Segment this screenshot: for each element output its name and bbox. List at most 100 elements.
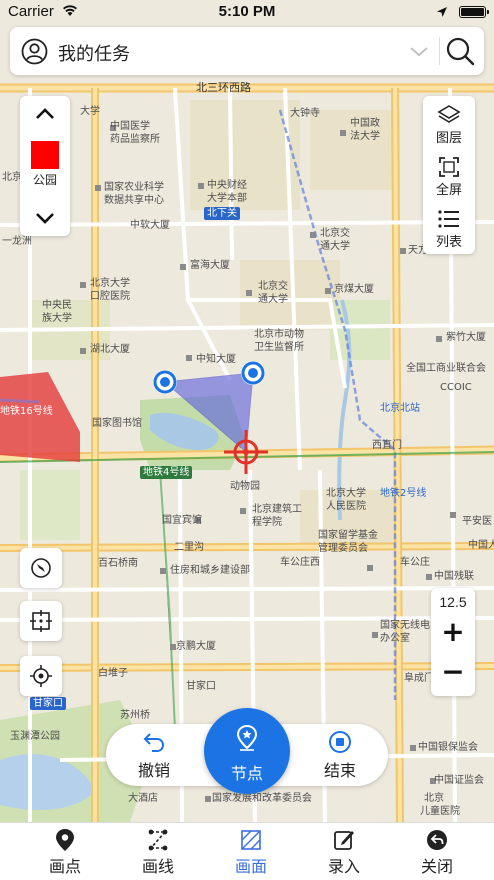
tab-label: 录入 (327, 857, 360, 876)
map-label: 地铁16号线 (0, 406, 53, 417)
battery-icon (459, 6, 489, 18)
map-label: 二里沟 (174, 542, 204, 553)
list-button[interactable]: 列表 (423, 202, 475, 252)
map-label: 京鹏大厦 (176, 641, 216, 652)
map-label: 北京交 (258, 281, 288, 292)
map-label: 一龙洲 (2, 236, 32, 247)
stop-icon (329, 731, 351, 753)
map-label: 国家留学基金 (318, 530, 378, 541)
node-label: 节点 (230, 764, 263, 783)
map-label: 地铁4号线 (140, 466, 193, 479)
map-view[interactable]: 北三环西路 大学 中国医学 药品监察所 大钟寺 中国政 法大学 北京 国家农业科… (0, 0, 494, 822)
fullscreen-label: 全屏 (435, 183, 462, 198)
tab-label: 画点 (48, 857, 81, 876)
map-label: 国家发展和改革委员会 (212, 793, 312, 804)
user-icon[interactable] (21, 38, 48, 65)
map-label: 北京市动物 (254, 329, 304, 340)
map-pin-icon (56, 829, 74, 851)
map-label: 苏州桥 (120, 710, 150, 721)
map-label: 儿童医院 (420, 806, 460, 817)
compass-button[interactable] (20, 548, 62, 588)
tab-draw-polygon[interactable]: 画面 (202, 823, 300, 880)
chevron-down-icon[interactable] (408, 41, 430, 61)
map-label: 人民医院 (326, 501, 366, 512)
map-label: 西直门 (372, 440, 402, 451)
back-icon (427, 830, 447, 850)
zoom-out-button[interactable]: − (431, 658, 475, 686)
layer-selector: 公园 (20, 96, 70, 236)
map-label: 全国工商业联合会 (406, 363, 486, 374)
map-label: 动物园 (230, 481, 260, 492)
map-label: 国家图书馆 (92, 418, 142, 429)
map-label: 北京 (2, 172, 22, 183)
layer-color-swatch (31, 141, 59, 169)
polygon-icon (241, 830, 261, 850)
divider (439, 37, 440, 65)
compass-icon (31, 558, 51, 578)
chevron-down-button[interactable] (32, 208, 58, 228)
chevron-up-button[interactable] (32, 104, 58, 124)
map-label: 中知大厦 (196, 354, 236, 365)
bottom-tab-bar: 画点 画线 画面 录入 关闭 (0, 822, 494, 880)
map-label: 程学院 (252, 517, 282, 528)
map-label: 大学本部 (207, 193, 247, 204)
map-label: 国宜宾馆 (162, 515, 202, 526)
map-label: CCOIC (440, 382, 472, 393)
tab-draw-line[interactable]: 画线 (109, 823, 207, 880)
tab-draw-point[interactable]: 画点 (16, 823, 114, 880)
map-label: 大钟寺 (290, 108, 320, 119)
tab-close[interactable]: 关闭 (388, 823, 486, 880)
edit-icon (334, 831, 354, 850)
map-label: 富海大厦 (190, 260, 230, 271)
map-label: 北京建筑工 (252, 504, 302, 515)
tab-input[interactable]: 录入 (295, 823, 393, 880)
map-label: 法大学 (350, 131, 380, 142)
layers-button[interactable]: 图层 (423, 98, 475, 148)
map-label: 车公庄 (400, 557, 430, 568)
undo-button[interactable]: 撤销 (114, 724, 194, 786)
search-button[interactable] (442, 35, 478, 67)
undo-icon (143, 733, 165, 752)
search-icon (446, 37, 475, 66)
map-label: 通大学 (258, 294, 288, 305)
task-title[interactable]: 我的任务 (58, 40, 130, 66)
end-label: 结束 (323, 761, 356, 780)
map-label: 北京 (424, 793, 444, 804)
map-label: 北京交 (320, 228, 350, 239)
map-label: 大学 (80, 106, 100, 117)
map-label: 平安医 (462, 516, 492, 527)
map-label: 北京大学 (90, 278, 130, 289)
locate-button[interactable] (20, 656, 62, 696)
map-label: 北京大学 (326, 488, 366, 499)
map-label: 车公庄西 (280, 557, 320, 568)
end-button[interactable]: 结束 (300, 724, 380, 786)
task-selector-bar[interactable]: 我的任务 (10, 27, 484, 75)
fullscreen-button[interactable]: 全屏 (423, 150, 475, 200)
map-label: 北京北站 (380, 403, 420, 414)
center-target-button[interactable] (20, 601, 62, 641)
zoom-in-button[interactable]: + (431, 618, 475, 646)
map-label: 阜成门 (404, 673, 434, 684)
map-label: 地铁2号线 (380, 488, 427, 499)
map-label: 中国人 (468, 540, 494, 551)
zoom-control: 12.5 + − (431, 588, 475, 696)
add-node-button[interactable]: 节点 (204, 708, 290, 794)
map-label: 甘家口 (186, 681, 216, 692)
map-label: 办公室 (380, 633, 410, 644)
map-label: 卫生监督所 (254, 342, 304, 353)
map-label: 中国残联 (434, 571, 474, 582)
chevron-down-icon (36, 213, 54, 224)
map-label: 中国政 (350, 118, 380, 129)
map-label: 京煤大厦 (334, 284, 374, 295)
polyline-icon (148, 829, 168, 851)
location-arrow-icon (436, 5, 448, 22)
tab-label: 画线 (141, 857, 174, 876)
chevron-up-icon (36, 108, 54, 119)
map-label: 国家农业科学 (104, 182, 164, 193)
map-label: 玉渊潭公园 (10, 731, 60, 742)
list-label: 列表 (435, 235, 462, 250)
tab-label: 画面 (234, 857, 267, 876)
map-label: 族大学 (42, 313, 72, 324)
map-label: 数据共享中心 (104, 195, 164, 206)
layers-icon (437, 105, 461, 123)
